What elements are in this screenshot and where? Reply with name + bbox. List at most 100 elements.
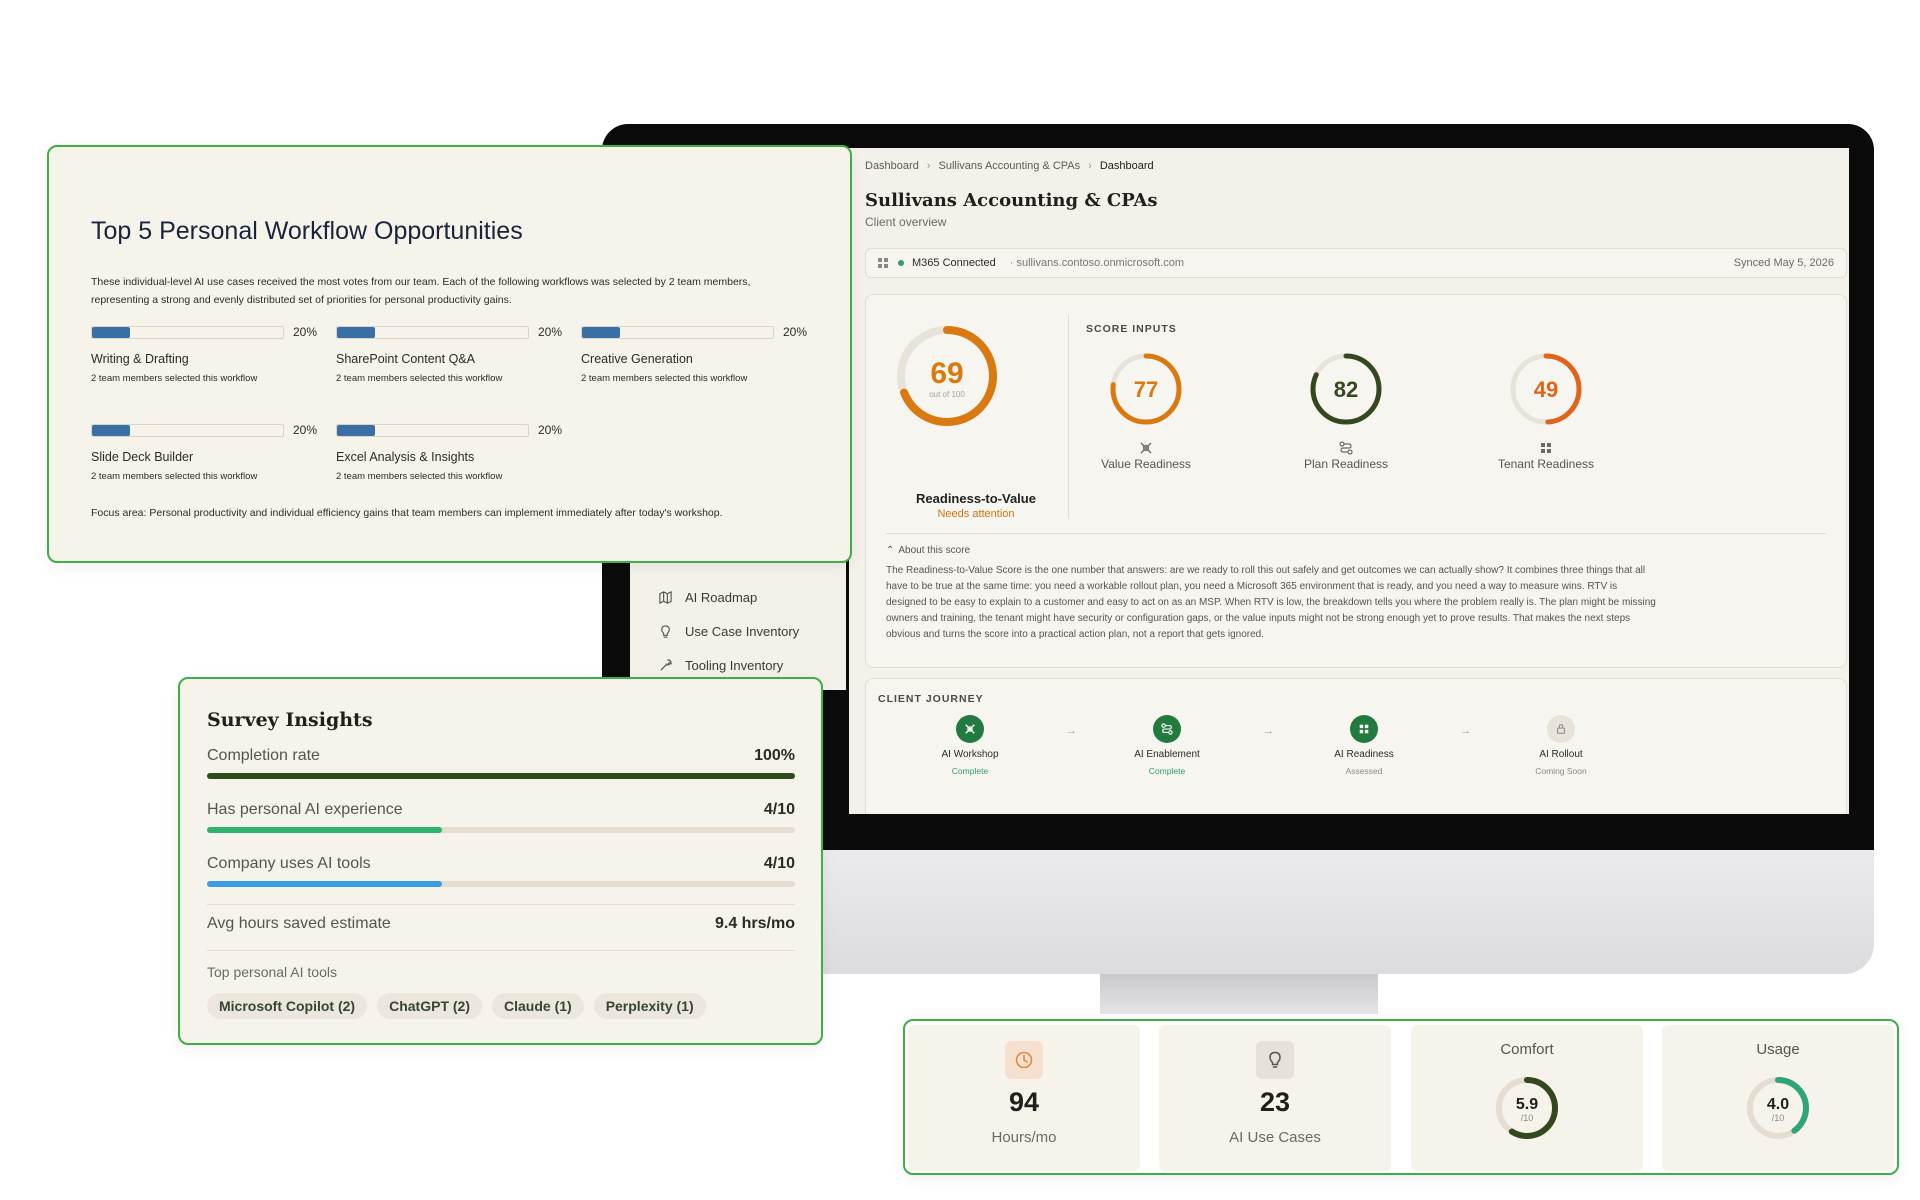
breadcrumb: Dashboard › Sullivans Accounting & CPAs …: [865, 160, 1154, 172]
workflow-progress-bar: [91, 326, 284, 339]
survey-row-company-ai: Company uses AI tools 4/10: [207, 855, 795, 887]
journey-step-status: Coming Soon: [1535, 766, 1587, 776]
lightbulb-icon: [661, 624, 670, 638]
breadcrumb-dashboard[interactable]: Dashboard: [865, 160, 919, 172]
route-icon: [1161, 723, 1173, 735]
metric-value: 94: [1008, 1087, 1040, 1117]
journey-step-circle: [1153, 715, 1181, 743]
divider: [886, 533, 1826, 534]
survey-title: Survey Insights: [207, 709, 373, 731]
grid-icon: [1359, 724, 1369, 734]
workflow-count: 2 team members selected this workflow: [581, 373, 748, 384]
workflow-percent: 20%: [538, 423, 563, 437]
workflow-name: Slide Deck Builder: [91, 450, 194, 464]
journey-step-status: Complete: [951, 766, 989, 776]
about-score-text: The Readiness-to-Value Score is the one …: [886, 565, 1656, 640]
divider: [1068, 315, 1069, 519]
workflow-intro: These individual-level AI use cases rece…: [91, 276, 751, 306]
workflow-count: 2 team members selected this workflow: [91, 373, 258, 384]
survey-tools-label: Top personal AI tools: [207, 964, 337, 980]
workflow-title: Top 5 Personal Workflow Opportunities: [91, 217, 523, 245]
plan-readiness-gauge: 82: [1310, 353, 1382, 425]
breadcrumb-separator-icon: ›: [926, 160, 931, 172]
tool-chip[interactable]: Microsoft Copilot (2): [207, 993, 368, 1019]
survey-row-completion: Completion rate 100%: [207, 747, 795, 779]
page-title: Sullivans Accounting & CPAs: [865, 190, 1158, 211]
survey-row-value: 4/10: [763, 855, 795, 872]
journey-step-ai-readiness[interactable]: AI Readiness Assessed: [1304, 715, 1424, 776]
survey-progress-track: [207, 827, 795, 833]
grid-icon: [878, 258, 888, 268]
map-icon: [659, 590, 672, 604]
readiness-gauge: 69 out of 100: [897, 326, 997, 426]
readiness-label: Readiness-to-Value: [916, 491, 1036, 506]
readiness-status: Needs attention: [937, 508, 1015, 520]
route-icon: [1339, 441, 1353, 455]
sidebar-nav: AI Roadmap Use Case Inventory Tooling In…: [630, 560, 846, 690]
readiness-out-of: out of 100: [929, 390, 965, 399]
sidebar-item-use-case-inventory[interactable]: Use Case Inventory: [630, 614, 846, 648]
metric-tile-comfort: Comfort 5.9 /10: [1411, 1025, 1643, 1171]
metric-tile-use-cases: 23 AI Use Cases: [1159, 1025, 1391, 1171]
metric-tile-hours: 94 Hours/mo: [908, 1025, 1140, 1171]
divider: [207, 904, 795, 905]
sidebar-item-label: Tooling Inventory: [685, 657, 784, 673]
survey-row-label: Has personal AI experience: [207, 801, 403, 818]
tool-chip[interactable]: ChatGPT (2): [377, 993, 482, 1019]
survey-avg-value: 9.4 hrs/mo: [714, 915, 795, 932]
about-score-toggle[interactable]: ⌃ About this score: [886, 545, 970, 556]
survey-row-avg-hours: Avg hours saved estimate 9.4 hrs/mo: [207, 915, 795, 933]
sidebar-item-label: AI Roadmap: [685, 589, 758, 605]
journey-step-label: AI Readiness: [1334, 749, 1394, 760]
workflow-name: Writing & Drafting: [91, 352, 189, 366]
arrow-right-icon: →: [1460, 725, 1471, 737]
workflow-progress-fill: [92, 327, 131, 338]
journey-step-ai-rollout[interactable]: AI Rollout Coming Soon: [1501, 715, 1621, 776]
survey-row-label: Completion rate: [207, 747, 320, 764]
journey-step-label: AI Enablement: [1134, 749, 1200, 760]
breadcrumb-separator-icon: ›: [1088, 160, 1092, 172]
metric-label: Hours/mo: [991, 1129, 1057, 1146]
journey-step-ai-enablement[interactable]: AI Enablement Complete: [1107, 715, 1227, 776]
survey-tools-chips: Microsoft Copilot (2) ChatGPT (2) Claude…: [207, 993, 706, 1019]
workflow-name: Creative Generation: [581, 352, 693, 366]
usage-value: 4.0: [1767, 1096, 1789, 1113]
tools-icon: [965, 724, 975, 734]
survey-progress-fill: [207, 881, 443, 887]
lock-icon: [1557, 724, 1565, 734]
connected-status-dot: [898, 260, 904, 266]
divider: [207, 950, 795, 951]
survey-progress-track: [207, 773, 795, 779]
sidebar-item-label: Use Case Inventory: [685, 623, 800, 639]
metric-title: Comfort: [1500, 1041, 1554, 1058]
workflow-progress-bar: [581, 326, 774, 339]
survey-progress-track: [207, 881, 795, 887]
journey-step-ai-workshop[interactable]: AI Workshop Complete: [910, 715, 1030, 776]
workflow-name: Excel Analysis & Insights: [336, 450, 475, 464]
journey-step-label: AI Workshop: [941, 749, 999, 760]
workflow-progress-bar: [91, 424, 284, 437]
workflow-progress-bar: [336, 326, 529, 339]
workflow-focus-note: Focus area: Personal productivity and in…: [91, 507, 723, 519]
tenant-readiness-label: Tenant Readiness: [1497, 457, 1595, 471]
sidebar-item-ai-roadmap[interactable]: AI Roadmap: [630, 580, 846, 614]
breadcrumb-client[interactable]: Sullivans Accounting & CPAs: [939, 160, 1081, 172]
synced-timestamp: Synced May 5, 2026: [1733, 257, 1834, 269]
survey-progress-fill: [207, 827, 443, 833]
workflow-percent: 20%: [538, 325, 563, 339]
readiness-score: 69: [930, 357, 963, 390]
metric-tile-usage: Usage 4.0 /10: [1662, 1025, 1894, 1171]
tool-chip[interactable]: Perplexity (1): [593, 993, 706, 1019]
tool-chip[interactable]: Claude (1): [492, 993, 584, 1019]
journey-step-circle: [956, 715, 984, 743]
workflow-count: 2 team members selected this workflow: [91, 471, 258, 482]
workflow-percent: 20%: [293, 423, 318, 437]
arrow-right-icon: →: [1066, 725, 1077, 737]
breadcrumb-current: Dashboard: [1099, 160, 1154, 172]
chevron-up-icon: ⌃: [886, 545, 895, 556]
comfort-gauge: 5.9 /10: [1496, 1077, 1558, 1139]
monitor-stand: [1100, 974, 1378, 1014]
metric-title: Usage: [1756, 1041, 1800, 1058]
survey-row-value: 4/10: [763, 801, 795, 818]
comfort-denominator: /10: [1521, 1113, 1534, 1123]
